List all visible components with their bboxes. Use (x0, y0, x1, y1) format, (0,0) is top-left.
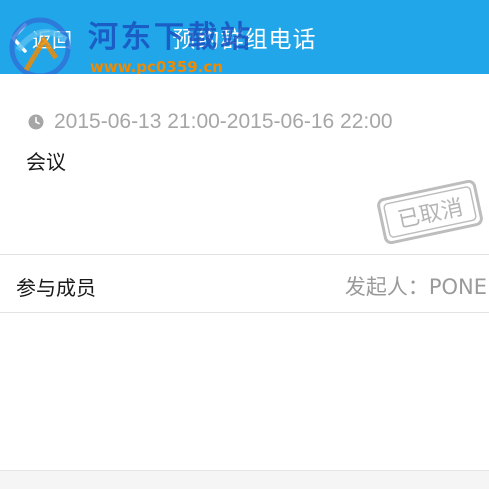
initiator-name: PONE (428, 275, 487, 299)
watermark-logo-icon (9, 17, 71, 79)
divider (0, 254, 489, 255)
meeting-info-panel: 2015-06-13 21:00-2015-06-16 22:00 会议 已取消 (0, 74, 489, 254)
meeting-time-range: 2015-06-13 21:00-2015-06-16 22:00 (54, 110, 393, 133)
members-label: 参与成员 (16, 276, 96, 300)
watermark-site-name: 河东下载站 (88, 20, 253, 55)
bottom-strip (0, 470, 489, 489)
time-row: 2015-06-13 21:00-2015-06-16 22:00 (28, 110, 393, 134)
initiator: 发起人：PONE (345, 271, 487, 301)
members-row: 参与成员 发起人：PONE (0, 256, 489, 312)
initiator-label: 发起人： (344, 275, 429, 299)
meeting-subject: 会议 (26, 150, 66, 174)
clock-icon (28, 114, 44, 130)
divider (0, 312, 489, 313)
cancelled-stamp: 已取消 (377, 180, 483, 244)
